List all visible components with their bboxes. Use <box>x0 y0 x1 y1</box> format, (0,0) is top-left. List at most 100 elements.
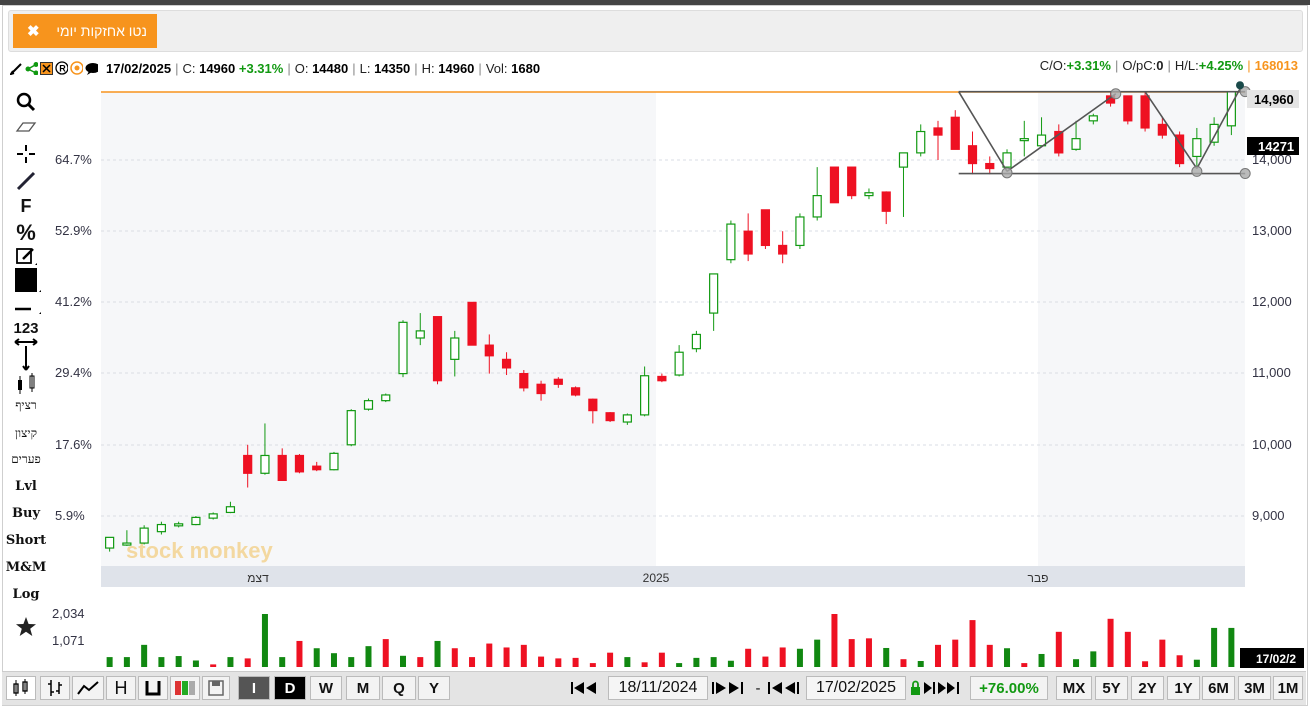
range-max[interactable]: MX <box>1056 676 1092 700</box>
candle[interactable] <box>156 523 167 533</box>
candle[interactable] <box>1123 95 1133 122</box>
candle[interactable] <box>605 412 615 422</box>
candle[interactable] <box>139 527 149 544</box>
crosshair-tool[interactable] <box>4 144 48 168</box>
short-toggle[interactable]: Short <box>4 533 48 548</box>
period-quarterly[interactable]: Q <box>382 676 416 700</box>
candle[interactable] <box>294 454 305 473</box>
candle[interactable] <box>225 506 236 514</box>
bar-outline-button[interactable] <box>138 676 168 700</box>
candle[interactable] <box>450 337 460 360</box>
candle[interactable] <box>1209 123 1219 143</box>
end-lock-controls[interactable] <box>908 676 964 700</box>
candle[interactable] <box>381 394 391 402</box>
log-toggle[interactable]: Log <box>4 587 48 602</box>
candle[interactable] <box>122 542 132 546</box>
start-forward-button[interactable] <box>710 676 748 700</box>
candle[interactable] <box>329 452 339 471</box>
candle[interactable] <box>467 301 477 346</box>
candle[interactable] <box>691 333 701 350</box>
save-button[interactable] <box>202 676 230 700</box>
candle[interactable] <box>277 454 287 482</box>
candle[interactable] <box>432 316 443 382</box>
candle[interactable] <box>726 223 736 261</box>
number-tool[interactable]: 123 <box>4 320 48 337</box>
candle[interactable] <box>1002 152 1012 168</box>
color-picker[interactable] <box>4 268 48 300</box>
candle[interactable] <box>760 209 771 247</box>
candle-type-tool[interactable] <box>4 372 48 400</box>
candle[interactable] <box>812 195 822 218</box>
candle[interactable] <box>260 454 270 474</box>
end-back-button[interactable] <box>766 676 804 700</box>
candle[interactable] <box>484 344 494 357</box>
candle[interactable] <box>795 216 805 247</box>
candle[interactable] <box>1157 123 1167 136</box>
mm-toggle[interactable]: M&M <box>4 560 48 575</box>
favorite-button[interactable] <box>4 616 48 642</box>
anchor-handle[interactable] <box>1191 165 1203 177</box>
edit-tool[interactable] <box>4 246 48 270</box>
cutoff-toggle[interactable]: קיצון <box>4 426 48 441</box>
candle[interactable] <box>743 230 753 255</box>
candle[interactable] <box>829 166 840 204</box>
candle[interactable] <box>640 375 650 416</box>
candle[interactable] <box>898 152 909 168</box>
period-daily[interactable]: D <box>274 676 306 700</box>
range-1y[interactable]: 1Y <box>1167 676 1200 700</box>
line-chart-button[interactable] <box>72 676 104 700</box>
candle[interactable] <box>191 516 201 526</box>
candle[interactable] <box>553 378 563 385</box>
anchor-handle[interactable] <box>1001 167 1013 179</box>
candle[interactable] <box>1019 138 1029 142</box>
candle[interactable] <box>881 191 891 212</box>
range-1m[interactable]: 1M <box>1273 676 1303 700</box>
candle[interactable] <box>674 351 684 376</box>
start-first-button[interactable] <box>569 676 605 700</box>
anchor-handle[interactable] <box>1236 81 1244 90</box>
candle[interactable] <box>174 523 184 527</box>
anchor-handle[interactable] <box>1110 88 1122 100</box>
candle[interactable] <box>967 145 978 165</box>
hl-chart-button[interactable]: H <box>106 676 136 700</box>
candle[interactable] <box>1071 138 1081 150</box>
start-date-field[interactable]: 18/11/2024 <box>608 676 708 700</box>
range-3m[interactable]: 3M <box>1238 676 1271 700</box>
candle[interactable] <box>778 244 788 255</box>
candle[interactable] <box>519 373 529 389</box>
price-chart[interactable]: stock monkey 64.7% 14,00052.9% 13,00041.2%… <box>0 0 1310 706</box>
percent-tool[interactable]: % <box>4 220 48 246</box>
candle[interactable] <box>501 358 512 369</box>
candle[interactable] <box>1192 138 1202 158</box>
candle[interactable] <box>415 330 425 339</box>
buy-toggle[interactable]: Buy <box>4 506 48 521</box>
period-intraday[interactable]: I <box>238 676 270 700</box>
candle[interactable] <box>243 454 253 474</box>
period-monthly[interactable]: M <box>346 676 380 700</box>
candle[interactable] <box>208 513 218 519</box>
candle[interactable] <box>709 273 719 314</box>
line-tool[interactable] <box>4 170 48 196</box>
period-weekly[interactable]: W <box>310 676 342 700</box>
candle[interactable] <box>363 400 374 410</box>
volume-color-button[interactable] <box>170 676 200 700</box>
candle[interactable] <box>622 414 632 423</box>
candle[interactable] <box>864 192 874 197</box>
anchor-handle[interactable] <box>1239 168 1251 180</box>
candle[interactable] <box>312 465 322 471</box>
range-5y[interactable]: 5Y <box>1095 676 1128 700</box>
candle[interactable] <box>1088 115 1098 122</box>
candle[interactable] <box>1140 95 1150 129</box>
ohlc-chart-button[interactable] <box>40 676 70 700</box>
candle[interactable] <box>570 387 581 396</box>
line-style-tool[interactable] <box>4 302 48 320</box>
end-date-field[interactable]: 17/02/2025 <box>806 676 906 700</box>
candle[interactable] <box>657 375 667 382</box>
period-yearly[interactable]: Y <box>418 676 450 700</box>
eraser-tool[interactable] <box>4 120 48 138</box>
candle[interactable] <box>398 321 408 375</box>
candle-chart-button[interactable] <box>6 676 36 700</box>
candle[interactable] <box>950 116 960 150</box>
candle[interactable] <box>536 383 546 395</box>
gaps-toggle[interactable]: פערים <box>4 452 48 467</box>
